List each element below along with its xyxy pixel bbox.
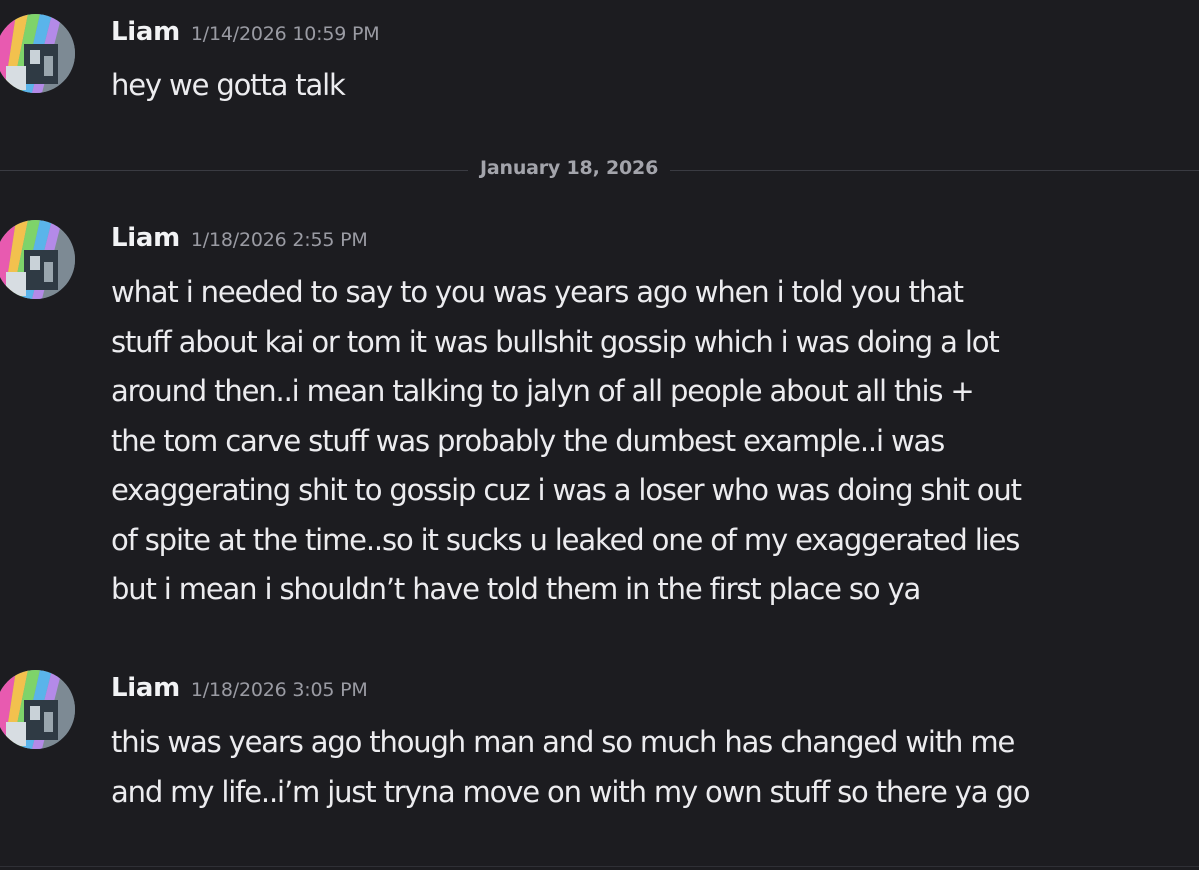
rainbow-photo-avatar-icon (0, 14, 75, 93)
date-divider-line (0, 866, 1199, 867)
author-name[interactable]: Liam (111, 17, 180, 47)
avatar[interactable] (0, 14, 75, 93)
author-name[interactable]: Liam (111, 223, 180, 253)
message-content: this was years ago though man and so muc… (111, 725, 1030, 809)
date-divider-label: January 18, 2026 (468, 157, 671, 179)
message-header: Liam 1/18/2026 2:55 PM (111, 223, 368, 253)
message-header: Liam 1/18/2026 3:05 PM (111, 673, 368, 703)
message-timestamp: 1/14/2026 10:59 PM (190, 23, 380, 45)
message-content: what i needed to say to you was years ag… (111, 275, 1022, 606)
rainbow-photo-avatar-icon (0, 670, 75, 749)
author-name[interactable]: Liam (111, 673, 180, 703)
avatar[interactable] (0, 670, 75, 749)
message-timestamp: 1/18/2026 2:55 PM (190, 229, 368, 251)
message-header: Liam 1/14/2026 10:59 PM (111, 17, 380, 47)
avatar[interactable] (0, 220, 75, 299)
message-timestamp: 1/18/2026 3:05 PM (190, 679, 368, 701)
rainbow-photo-avatar-icon (0, 220, 75, 299)
message-content: hey we gotta talk (111, 68, 346, 102)
